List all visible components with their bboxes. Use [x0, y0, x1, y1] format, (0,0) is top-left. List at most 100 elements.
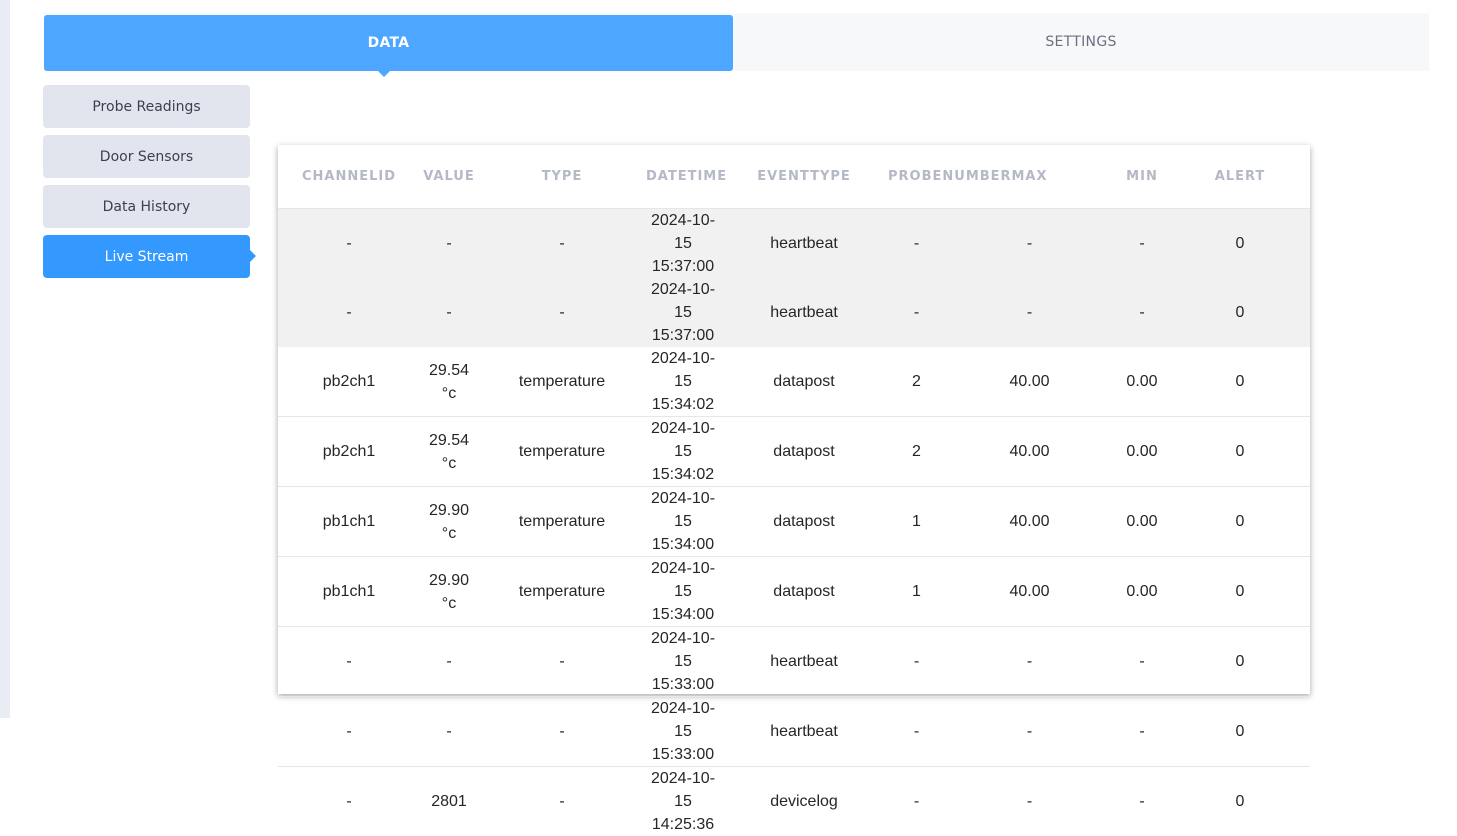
tab-data-label: DATA [368, 35, 410, 51]
datetime-date: 2024-10-15 [646, 278, 720, 324]
data-subnav: Probe Readings Door Sensors Data History… [43, 85, 250, 285]
cell-eventtype: datapost [720, 347, 888, 417]
cell-value: - [420, 209, 478, 279]
cell-eventtype: heartbeat [720, 278, 888, 347]
datetime-time: 15:34:02 [646, 393, 720, 416]
cell-value: 29.54 °c [420, 347, 478, 417]
cell-alert: 0 [1170, 767, 1310, 836]
cell-alert: 0 [1170, 557, 1310, 627]
tab-settings-label: SETTINGS [1045, 34, 1116, 50]
cell-max: 40.00 [945, 557, 1114, 627]
column-header[interactable]: TYPE [478, 145, 646, 209]
column-header[interactable]: EVENTTYPE [720, 145, 888, 209]
table-row[interactable]: ---2024-10-1515:37:00heartbeat---0 [278, 209, 1310, 279]
column-header[interactable]: ALERT [1170, 145, 1310, 209]
tab-bar: DATA SETTINGS [44, 13, 1429, 71]
tab-settings[interactable]: SETTINGS [733, 13, 1429, 71]
table-row[interactable]: ---2024-10-1515:37:00heartbeat---0 [278, 278, 1310, 347]
subnav-live-stream[interactable]: Live Stream [43, 235, 250, 278]
subnav-label: Data History [103, 199, 191, 215]
cell-datetime: 2024-10-1515:34:00 [646, 487, 720, 557]
subnav-door-sensors[interactable]: Door Sensors [43, 135, 250, 178]
cell-type: temperature [478, 557, 646, 627]
active-tab-pointer [378, 71, 390, 77]
datetime-date: 2024-10-15 [646, 557, 720, 603]
live-stream-table-card: CHANNELID VALUE TYPE DATETIME EVENTTYPE … [278, 145, 1310, 694]
cell-eventtype: heartbeat [720, 697, 888, 767]
cell-value: 29.90 °c [420, 487, 478, 557]
table-row[interactable]: pb2ch129.54 °ctemperature2024-10-1515:34… [278, 417, 1310, 487]
cell-value: - [420, 278, 478, 347]
cell-probenumber: 1 [888, 557, 945, 627]
column-header[interactable]: VALUE [420, 145, 478, 209]
cell-type: - [478, 697, 646, 767]
column-header[interactable]: MIN [1114, 145, 1170, 209]
column-header[interactable]: DATETIME [646, 145, 720, 209]
table-row[interactable]: pb1ch129.90 °ctemperature2024-10-1515:34… [278, 487, 1310, 557]
datetime-time: 15:34:02 [646, 463, 720, 486]
cell-channelid: pb1ch1 [278, 487, 420, 557]
cell-alert: 0 [1170, 278, 1310, 347]
cell-alert: 0 [1170, 347, 1310, 417]
cell-datetime: 2024-10-1514:25:36 [646, 767, 720, 836]
datetime-date: 2024-10-15 [646, 209, 720, 255]
table-row[interactable]: -2801-2024-10-1514:25:36devicelog---0 [278, 767, 1310, 836]
cell-channelid: pb2ch1 [278, 417, 420, 487]
cell-min: - [1114, 278, 1170, 347]
table-row[interactable]: pb1ch129.90 °ctemperature2024-10-1515:34… [278, 557, 1310, 627]
cell-min: - [1114, 767, 1170, 836]
cell-alert: 0 [1170, 487, 1310, 557]
cell-channelid: - [278, 627, 420, 697]
cell-min: - [1114, 627, 1170, 697]
subnav-label: Door Sensors [100, 149, 193, 165]
cell-channelid: pb1ch1 [278, 557, 420, 627]
cell-probenumber: - [888, 627, 945, 697]
cell-min: - [1114, 209, 1170, 279]
cell-type: - [478, 209, 646, 279]
cell-datetime: 2024-10-1515:34:00 [646, 557, 720, 627]
cell-datetime: 2024-10-1515:33:00 [646, 697, 720, 767]
cell-datetime: 2024-10-1515:34:02 [646, 347, 720, 417]
table-header-row: CHANNELID VALUE TYPE DATETIME EVENTTYPE … [278, 145, 1310, 209]
cell-max: - [945, 767, 1114, 836]
cell-probenumber: 2 [888, 417, 945, 487]
table-row[interactable]: ---2024-10-1515:33:00heartbeat---0 [278, 627, 1310, 697]
table-row[interactable]: pb2ch129.54 °ctemperature2024-10-1515:34… [278, 347, 1310, 417]
subnav-probe-readings[interactable]: Probe Readings [43, 85, 250, 128]
cell-probenumber: - [888, 278, 945, 347]
cell-channelid: pb2ch1 [278, 347, 420, 417]
cell-channelid: - [278, 697, 420, 767]
cell-channelid: - [278, 767, 420, 836]
cell-value: - [420, 627, 478, 697]
cell-alert: 0 [1170, 209, 1310, 279]
datetime-time: 15:34:00 [646, 603, 720, 626]
cell-probenumber: - [888, 767, 945, 836]
cell-max: 40.00 [945, 417, 1114, 487]
datetime-time: 15:33:00 [646, 743, 720, 766]
datetime-date: 2024-10-15 [646, 767, 720, 813]
datetime-date: 2024-10-15 [646, 347, 720, 393]
cell-probenumber: 1 [888, 487, 945, 557]
column-header[interactable]: PROBENUMBER [888, 145, 945, 209]
cell-min: - [1114, 697, 1170, 767]
cell-alert: 0 [1170, 417, 1310, 487]
cell-type: - [478, 767, 646, 836]
cell-channelid: - [278, 278, 420, 347]
cell-type: - [478, 278, 646, 347]
cell-probenumber: - [888, 697, 945, 767]
subnav-data-history[interactable]: Data History [43, 185, 250, 228]
cell-max: - [945, 209, 1114, 279]
cell-probenumber: 2 [888, 347, 945, 417]
cell-min: 0.00 [1114, 417, 1170, 487]
datetime-date: 2024-10-15 [646, 487, 720, 533]
cell-type: - [478, 627, 646, 697]
cell-eventtype: datapost [720, 487, 888, 557]
tab-data[interactable]: DATA [44, 15, 733, 71]
table-row[interactable]: ---2024-10-1515:33:00heartbeat---0 [278, 697, 1310, 767]
column-header[interactable]: CHANNELID [278, 145, 420, 209]
datetime-date: 2024-10-15 [646, 697, 720, 743]
cell-datetime: 2024-10-1515:37:00 [646, 278, 720, 347]
cell-eventtype: heartbeat [720, 627, 888, 697]
cell-type: temperature [478, 347, 646, 417]
datetime-time: 15:33:00 [646, 673, 720, 696]
